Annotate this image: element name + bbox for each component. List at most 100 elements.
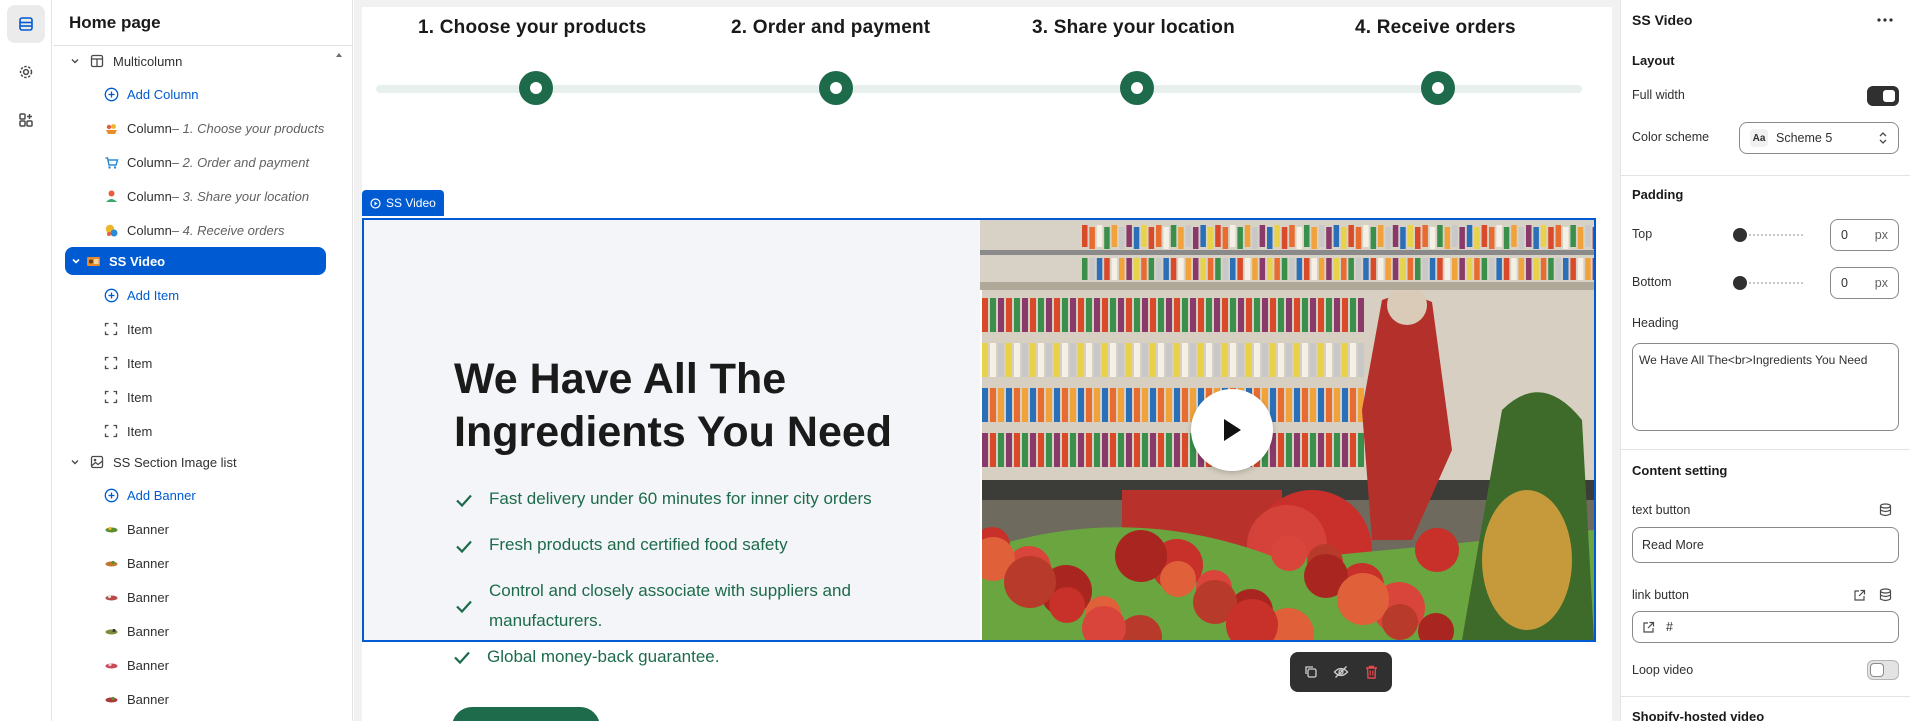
slider-thumb[interactable]	[1733, 228, 1747, 242]
heading-textarea[interactable]: We Have All The<br>Ingredients You Need	[1632, 343, 1899, 431]
play-button[interactable]	[1191, 389, 1273, 471]
shelf-product	[1267, 258, 1273, 280]
tree-item-banner-5[interactable]: Banner	[53, 651, 343, 679]
shelf-product	[1466, 258, 1473, 280]
shelf-product	[982, 343, 988, 377]
add-column-button[interactable]: Add Column	[53, 80, 343, 108]
tree-item-image-list[interactable]: SS Section Image list	[53, 448, 343, 476]
add-item-button[interactable]: Add Item	[53, 281, 343, 309]
shelf-product	[1429, 227, 1436, 249]
tree-item-multicolumn[interactable]: Multicolumn	[53, 47, 343, 75]
shelf-product	[1022, 343, 1028, 377]
duplicate-button[interactable]	[1301, 662, 1321, 682]
tree-item-item-1[interactable]: Item	[53, 315, 343, 343]
shelf-product	[1252, 227, 1258, 249]
more-actions-button[interactable]	[1873, 8, 1897, 32]
shelf-product	[1102, 433, 1108, 467]
link-button-input[interactable]: #	[1632, 611, 1899, 643]
video-thumbnail[interactable]	[982, 290, 1594, 640]
tree-item-banner-1[interactable]: Banner	[53, 515, 343, 543]
feature-item: Control and closely associate with suppl…	[454, 576, 851, 636]
shelf-product	[1585, 258, 1591, 280]
shelf-product	[1503, 258, 1510, 280]
shelf-product	[1014, 343, 1020, 377]
padding-top-value: 0	[1841, 228, 1848, 242]
divider	[1621, 449, 1910, 450]
shelf-product	[1422, 225, 1428, 247]
shelf-product	[1102, 388, 1108, 422]
color-scheme-select[interactable]: Aa Scheme 5	[1739, 122, 1899, 154]
shelf-product	[1526, 225, 1532, 247]
dynamic-source-button[interactable]	[1877, 587, 1893, 603]
shelf-product	[1038, 298, 1044, 332]
tree-item-banner-4[interactable]: Banner	[53, 617, 343, 645]
full-width-toggle[interactable]	[1867, 86, 1899, 106]
tree-item-label: Banner	[127, 657, 169, 673]
padding-top-input[interactable]: 0 px	[1830, 219, 1899, 251]
tree-item-column-4[interactable]: Column – 4. Receive orders	[53, 216, 343, 244]
tree-item-column-3[interactable]: Column – 3. Share your location	[53, 182, 343, 210]
shelf-product	[1326, 258, 1332, 280]
feature-item: Fresh products and certified food safety	[454, 530, 788, 560]
shelf-product	[1142, 388, 1148, 422]
chevron-down-icon[interactable]	[70, 255, 82, 267]
block-icon	[103, 423, 119, 439]
tree-item-item-4[interactable]: Item	[53, 417, 343, 445]
block-icon	[103, 355, 119, 371]
text-button-input[interactable]: Read More	[1632, 527, 1899, 563]
tree-item-banner-3[interactable]: Banner	[53, 583, 343, 611]
chevron-down-icon[interactable]	[69, 55, 81, 67]
shelf-product	[1126, 298, 1132, 332]
shelf-product	[1563, 227, 1569, 249]
shelf-product	[1270, 343, 1276, 377]
shelf-product	[1400, 227, 1406, 249]
feature-text-line: manufacturers.	[489, 611, 603, 630]
tree-item-banner-2[interactable]: Banner	[53, 549, 343, 577]
step-dot	[1421, 71, 1455, 105]
tree-item-label: Item	[127, 321, 153, 337]
padding-bottom-value: 0	[1841, 276, 1848, 290]
delete-button[interactable]	[1362, 662, 1382, 682]
tree-item-sublabel: – 2. Order and payment	[171, 154, 310, 170]
shelf-product	[1150, 343, 1156, 377]
sections-nav-button[interactable]	[7, 5, 45, 43]
theme-editor: Home page Multicolumn Add Column Column …	[0, 0, 1910, 721]
chevron-down-icon[interactable]	[69, 456, 81, 468]
read-more-button[interactable]	[452, 707, 600, 721]
padding-bottom-input[interactable]: 0 px	[1830, 267, 1899, 299]
tree-item-banner-6[interactable]: Banner	[53, 685, 343, 713]
dynamic-source-button[interactable]	[1877, 502, 1893, 518]
scroll-up-arrow-icon[interactable]	[333, 49, 345, 61]
tree-item-ss-video[interactable]: SS Video	[65, 247, 326, 275]
settings-nav-button[interactable]	[7, 53, 45, 91]
apple	[1115, 530, 1167, 582]
tree-item-label: Banner	[127, 589, 169, 605]
tree-item-item-2[interactable]: Item	[53, 349, 343, 377]
shelf-product	[1310, 433, 1316, 467]
tree-item-column-2[interactable]: Column – 2. Order and payment	[53, 148, 343, 176]
shelf-product	[1141, 225, 1147, 247]
padding-top-slider[interactable]	[1733, 227, 1803, 243]
shelf-product	[1094, 433, 1100, 467]
shelf-product	[1481, 258, 1488, 280]
tree-item-label: Banner	[127, 521, 169, 537]
open-link-button[interactable]	[1851, 587, 1867, 603]
shelf-product	[982, 433, 988, 467]
shelf-product	[1178, 258, 1184, 280]
shelf-product	[1341, 227, 1347, 249]
shelf-product	[1046, 433, 1052, 467]
tree-item-column-1[interactable]: Column – 1. Choose your products	[53, 114, 343, 142]
shelf-product	[1110, 433, 1116, 467]
hide-button[interactable]	[1331, 662, 1351, 682]
tree-item-item-3[interactable]: Item	[53, 383, 343, 411]
loop-video-toggle[interactable]	[1867, 660, 1899, 680]
add-banner-button[interactable]: Add Banner	[53, 481, 343, 509]
apps-nav-button[interactable]	[7, 101, 45, 139]
shelf-product	[1222, 298, 1228, 332]
shelf-product	[1182, 433, 1188, 467]
selected-section-tag[interactable]: SS Video	[362, 190, 444, 216]
shopify-video-heading: Shopify-hosted video	[1632, 709, 1765, 721]
slider-thumb[interactable]	[1733, 276, 1747, 290]
padding-bottom-slider[interactable]	[1733, 275, 1803, 291]
check-icon	[456, 494, 472, 508]
